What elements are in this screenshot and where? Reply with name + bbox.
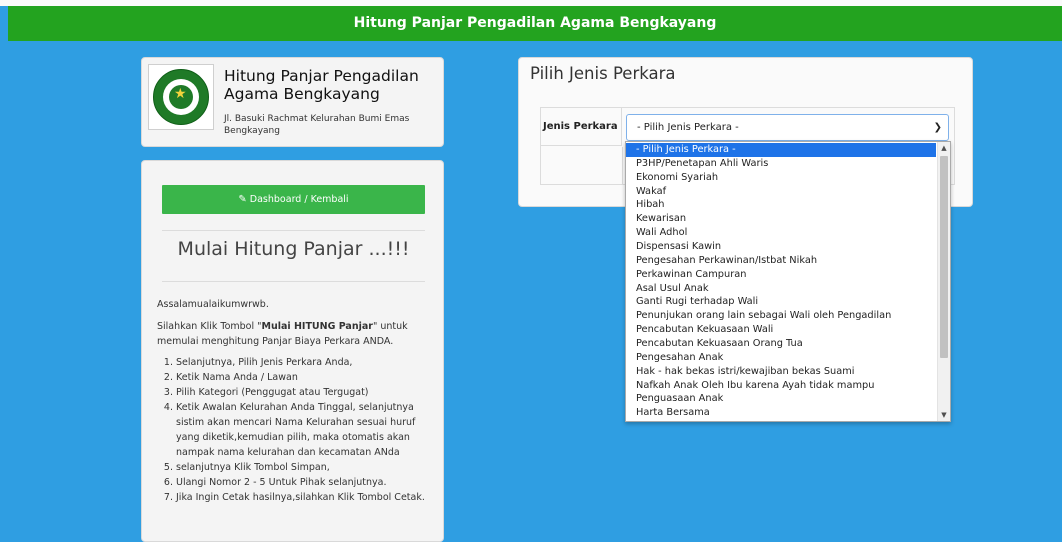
dropdown-option[interactable]: Pengesahan Perkawinan/Istbat Nikah (626, 254, 936, 268)
step-item: Pilih Kategori (Penggugat atau Tergugat) (176, 385, 431, 400)
dropdown-option[interactable]: Harta Bersama (626, 406, 936, 420)
start-button-name: Mulai HITUNG Panjar (261, 321, 373, 332)
dropdown-option[interactable]: Ganti Rugi terhadap Wali (626, 295, 936, 309)
case-type-select-value: - Pilih Jenis Perkara - (637, 122, 739, 133)
dropdown-option[interactable]: Penguasaan Anak (626, 392, 936, 406)
dropdown-option[interactable]: Wali Adhol (626, 226, 936, 240)
dropdown-option[interactable]: - Pilih Jenis Perkara - (626, 143, 936, 157)
dropdown-option[interactable]: Wakaf (626, 185, 936, 199)
dropdown-option[interactable]: Kewarisan (626, 212, 936, 226)
dropdown-option[interactable]: Hibah (626, 198, 936, 212)
step-item: Ketik Awalan Kelurahan Anda Tinggal, sel… (176, 400, 431, 460)
dropdown-option[interactable]: Hak - hak bekas istri/kewajiban bekas Su… (626, 365, 936, 379)
scrollbar-thumb[interactable] (940, 156, 948, 358)
dropdown-option[interactable]: Nafkah Anak Oleh Ibu karena Ayah tidak m… (626, 379, 936, 393)
case-type-select[interactable]: - Pilih Jenis Perkara - ❯ (626, 114, 949, 141)
logo-card: ★ Hitung Panjar Pengadilan Agama Bengkay… (141, 57, 444, 147)
divider (162, 281, 425, 282)
instruction-text: Silahkan Klik Tombol "Mulai HITUNG Panja… (157, 321, 408, 347)
dropdown-option[interactable]: Asal Usul Anak (626, 282, 936, 296)
dropdown-option[interactable]: Dispensasi Kawin (626, 240, 936, 254)
edit-icon: ✎ (238, 194, 247, 205)
case-type-label: Jenis Perkara (541, 108, 622, 146)
steps-list: Selanjutnya, Pilih Jenis Perkara Anda,Ke… (156, 355, 431, 505)
site-title: Hitung Panjar Pengadilan Agama Bengkayan… (224, 67, 419, 103)
divider (162, 230, 425, 231)
dropdown-options: - Pilih Jenis Perkara - P3HP/Penetapan Ah… (626, 143, 936, 420)
case-type-title: Pilih Jenis Perkara (530, 64, 676, 83)
chevron-down-icon: ❯ (933, 122, 942, 133)
step-item: Selanjutnya, Pilih Jenis Perkara Anda, (176, 355, 431, 370)
dropdown-option[interactable]: P3HP/Penetapan Ahli Waris (626, 157, 936, 171)
header-title: Hitung Panjar Pengadilan Agama Bengkayan… (353, 15, 717, 31)
court-emblem-icon: ★ (148, 64, 214, 130)
dropdown-option[interactable]: Pengesahan Anak (626, 351, 936, 365)
form-row-empty (541, 147, 623, 184)
page-header: Hitung Panjar Pengadilan Agama Bengkayan… (8, 6, 1062, 41)
step-item: Ulangi Nomor 2 - 5 Untuk Pihak selanjutn… (176, 475, 431, 490)
dropdown-option[interactable]: Pencabutan Kekuasaan Wali (626, 323, 936, 337)
step-item: selanjutnya Klik Tombol Simpan, (176, 460, 431, 475)
scroll-down-icon[interactable]: ▼ (938, 409, 950, 421)
dashboard-button-label: Dashboard / Kembali (249, 194, 349, 205)
greeting-text: Assalamualaikumwrwb. (157, 299, 269, 310)
step-item: Jika Ingin Cetak hasilnya,silahkan Klik … (176, 490, 431, 505)
case-type-dropdown[interactable]: - Pilih Jenis Perkara - P3HP/Penetapan Ah… (625, 141, 951, 422)
site-address: Jl. Basuki Rachmat Kelurahan Bumi Emas B… (224, 114, 410, 136)
dashboard-button[interactable]: ✎ Dashboard / Kembali (162, 185, 425, 214)
dropdown-option[interactable]: Pencabutan Kekuasaan Orang Tua (626, 337, 936, 351)
step-item: Ketik Nama Anda / Lawan (176, 370, 431, 385)
dropdown-scrollbar[interactable]: ▲ ▼ (937, 142, 950, 421)
start-heading: Mulai Hitung Panjar ...!!! (177, 238, 410, 260)
dropdown-option[interactable]: Penunjukan orang lain sebagai Wali oleh … (626, 309, 936, 323)
dropdown-option[interactable]: Perkawinan Campuran (626, 268, 936, 282)
dropdown-option[interactable]: Ekonomi Syariah (626, 171, 936, 185)
scroll-up-icon[interactable]: ▲ (938, 142, 950, 154)
